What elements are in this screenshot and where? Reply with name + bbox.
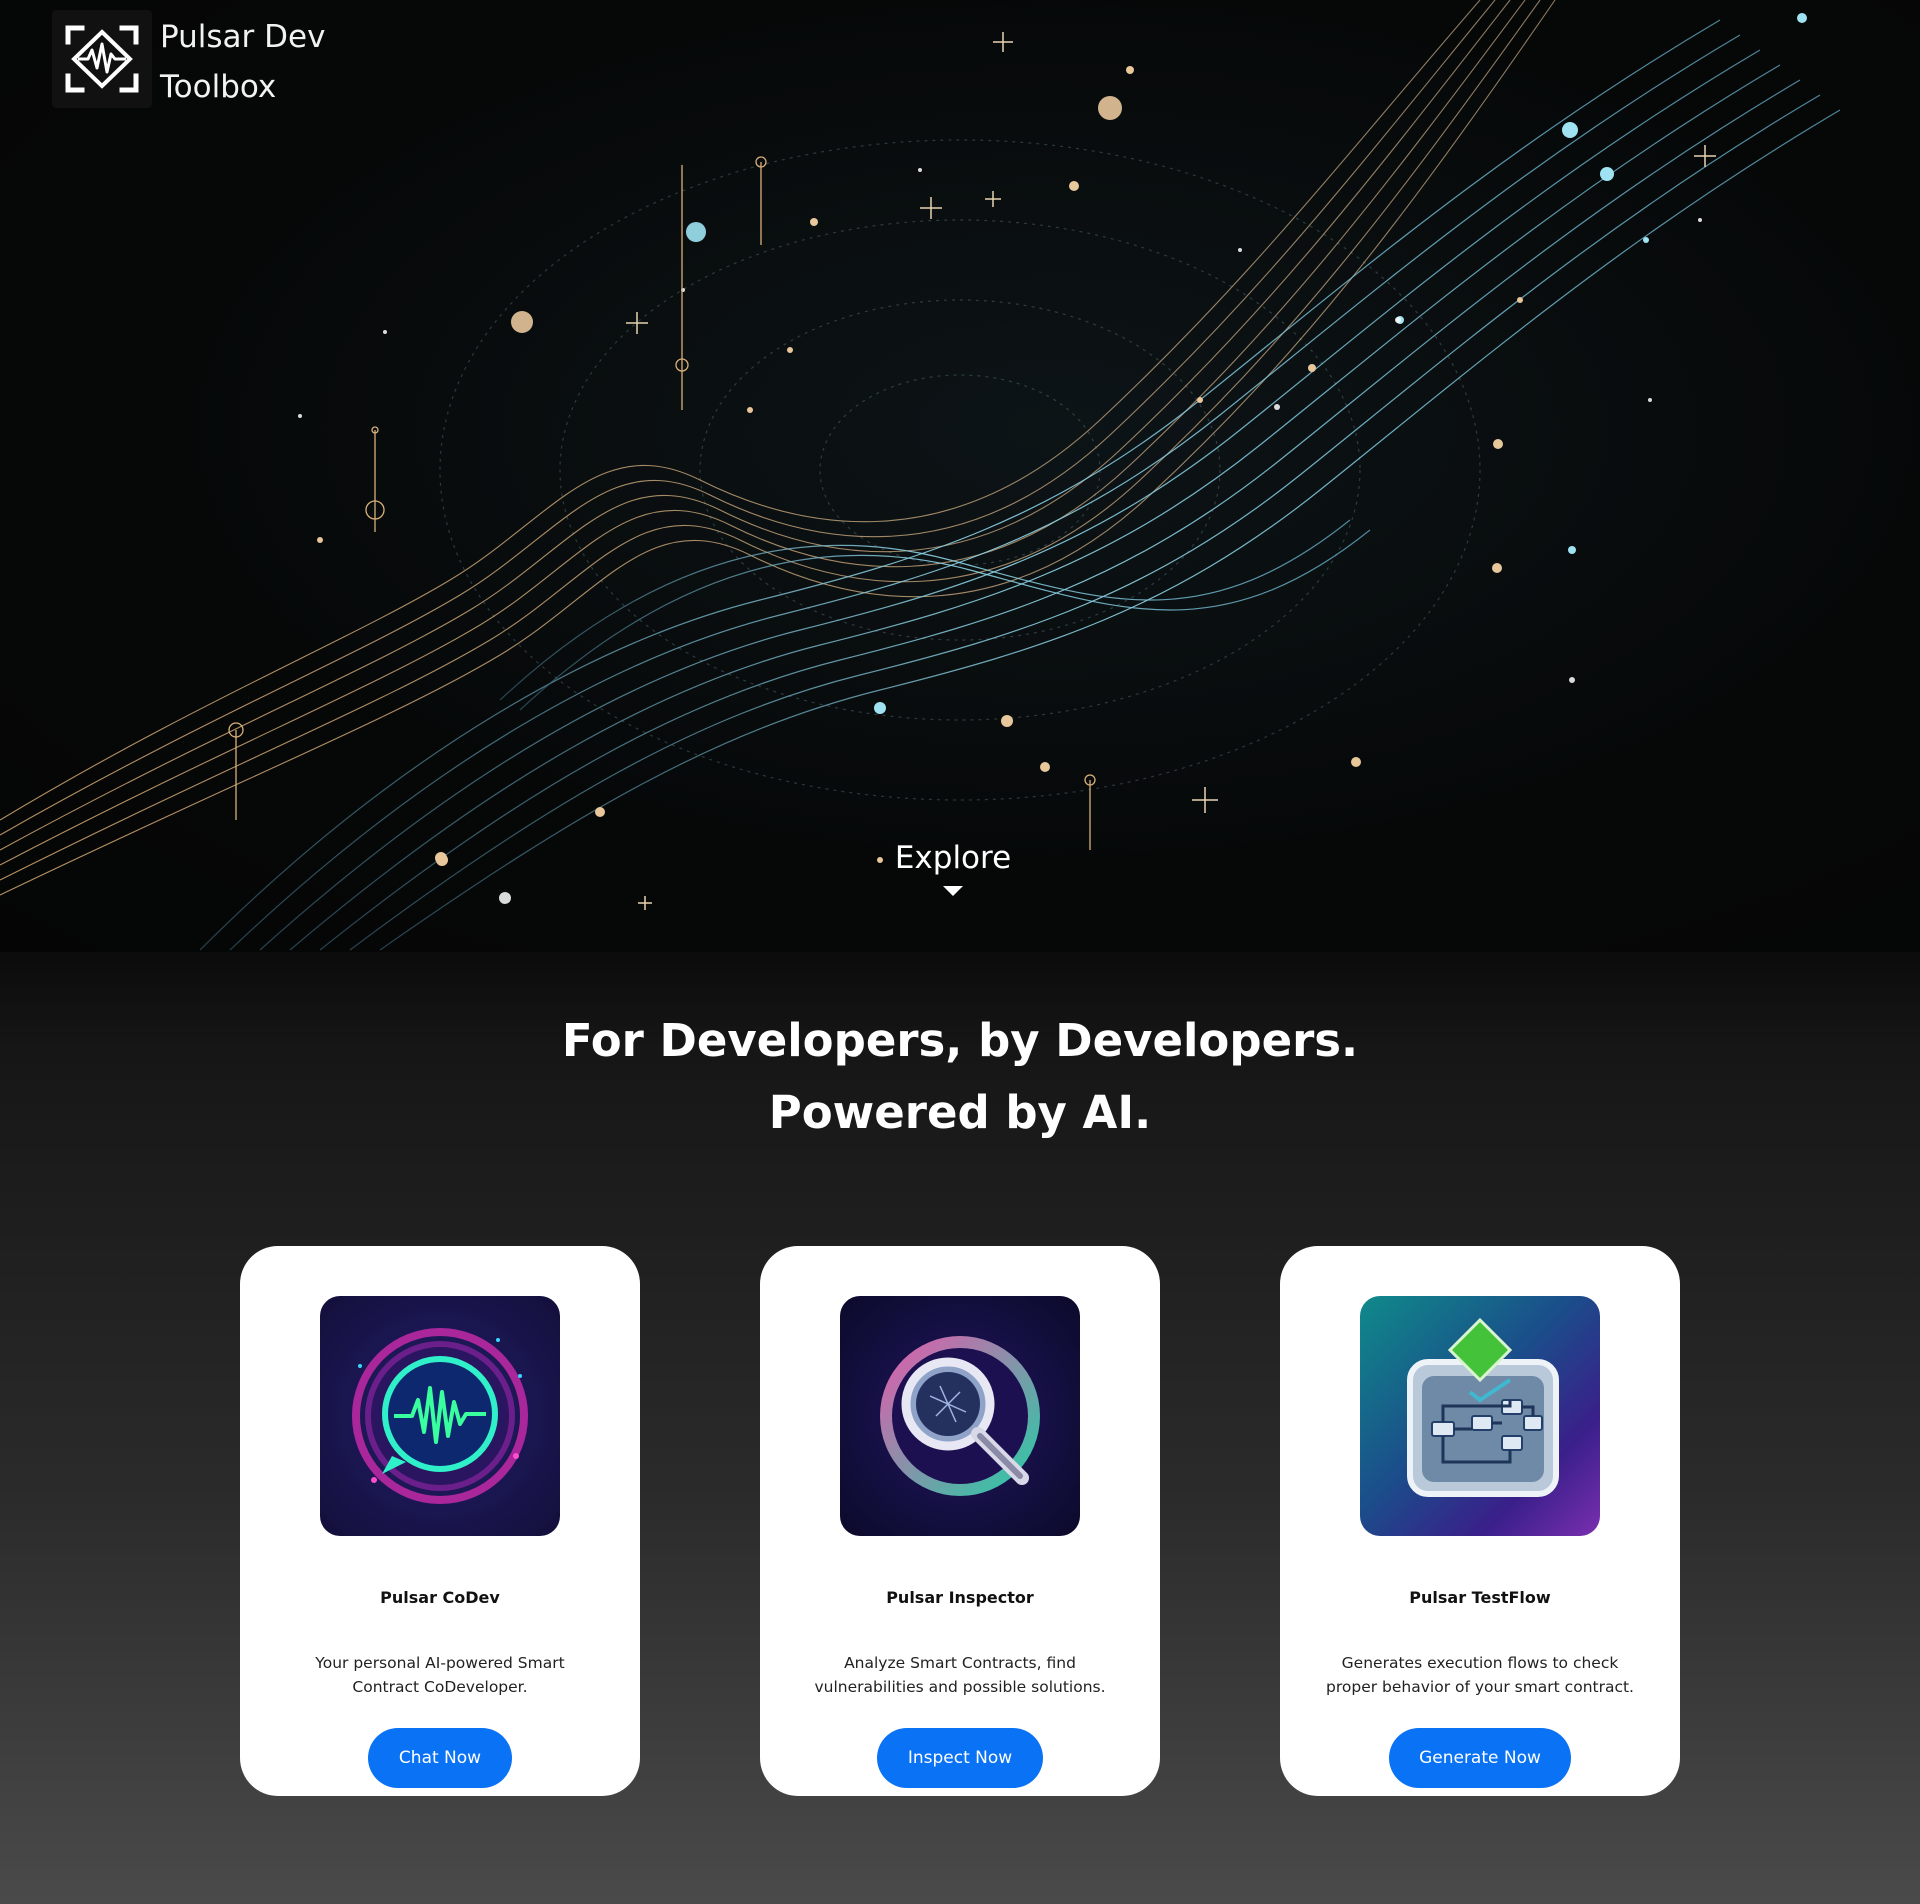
- card-title: Pulsar CoDev: [380, 1588, 500, 1607]
- hero-banner: Pulsar Dev Toolbox Explore: [0, 0, 1920, 952]
- brand-name-line1: Pulsar Dev: [160, 19, 326, 55]
- brand-name-line2: Toolbox: [160, 69, 277, 105]
- brand-logo[interactable]: [52, 10, 152, 108]
- caret-down-icon: [943, 886, 963, 896]
- card-title: Pulsar TestFlow: [1409, 1588, 1551, 1607]
- card-description: Your personal AI-powered Smart Contract …: [315, 1654, 565, 1696]
- cosmic-wave-illustration: [0, 0, 1841, 951]
- generate-now-button[interactable]: Generate Now: [1389, 1728, 1571, 1788]
- product-card-inspector: Pulsar Inspector Analyze Smart Contracts…: [760, 1246, 1160, 1796]
- tagline: For Developers, by Developers. Powered b…: [0, 1005, 1920, 1149]
- brand-name[interactable]: Pulsar Dev Toolbox: [160, 12, 380, 112]
- chat-now-button[interactable]: Chat Now: [368, 1728, 512, 1788]
- product-card-testflow: Pulsar TestFlow Generates execution flow…: [1280, 1246, 1680, 1796]
- product-card-codev: Pulsar CoDev Your personal AI-powered Sm…: [240, 1246, 640, 1796]
- card-title: Pulsar Inspector: [886, 1588, 1034, 1607]
- card-description: Analyze Smart Contracts, find vulnerabil…: [814, 1654, 1106, 1696]
- tagline-line1: For Developers, by Developers.: [561, 1014, 1359, 1067]
- pulse-diamond-icon: [65, 25, 139, 93]
- inspect-now-button[interactable]: Inspect Now: [877, 1728, 1043, 1788]
- tagline-line2: Powered by AI.: [768, 1086, 1152, 1139]
- chat-waveform-icon: [320, 1296, 560, 1536]
- explore-link[interactable]: Explore: [850, 840, 1056, 896]
- magnifier-icon: [840, 1296, 1080, 1536]
- flowchart-icon: [1360, 1296, 1600, 1536]
- card-description: Generates execution flows to check prope…: [1326, 1654, 1634, 1696]
- explore-label: Explore: [894, 840, 1012, 876]
